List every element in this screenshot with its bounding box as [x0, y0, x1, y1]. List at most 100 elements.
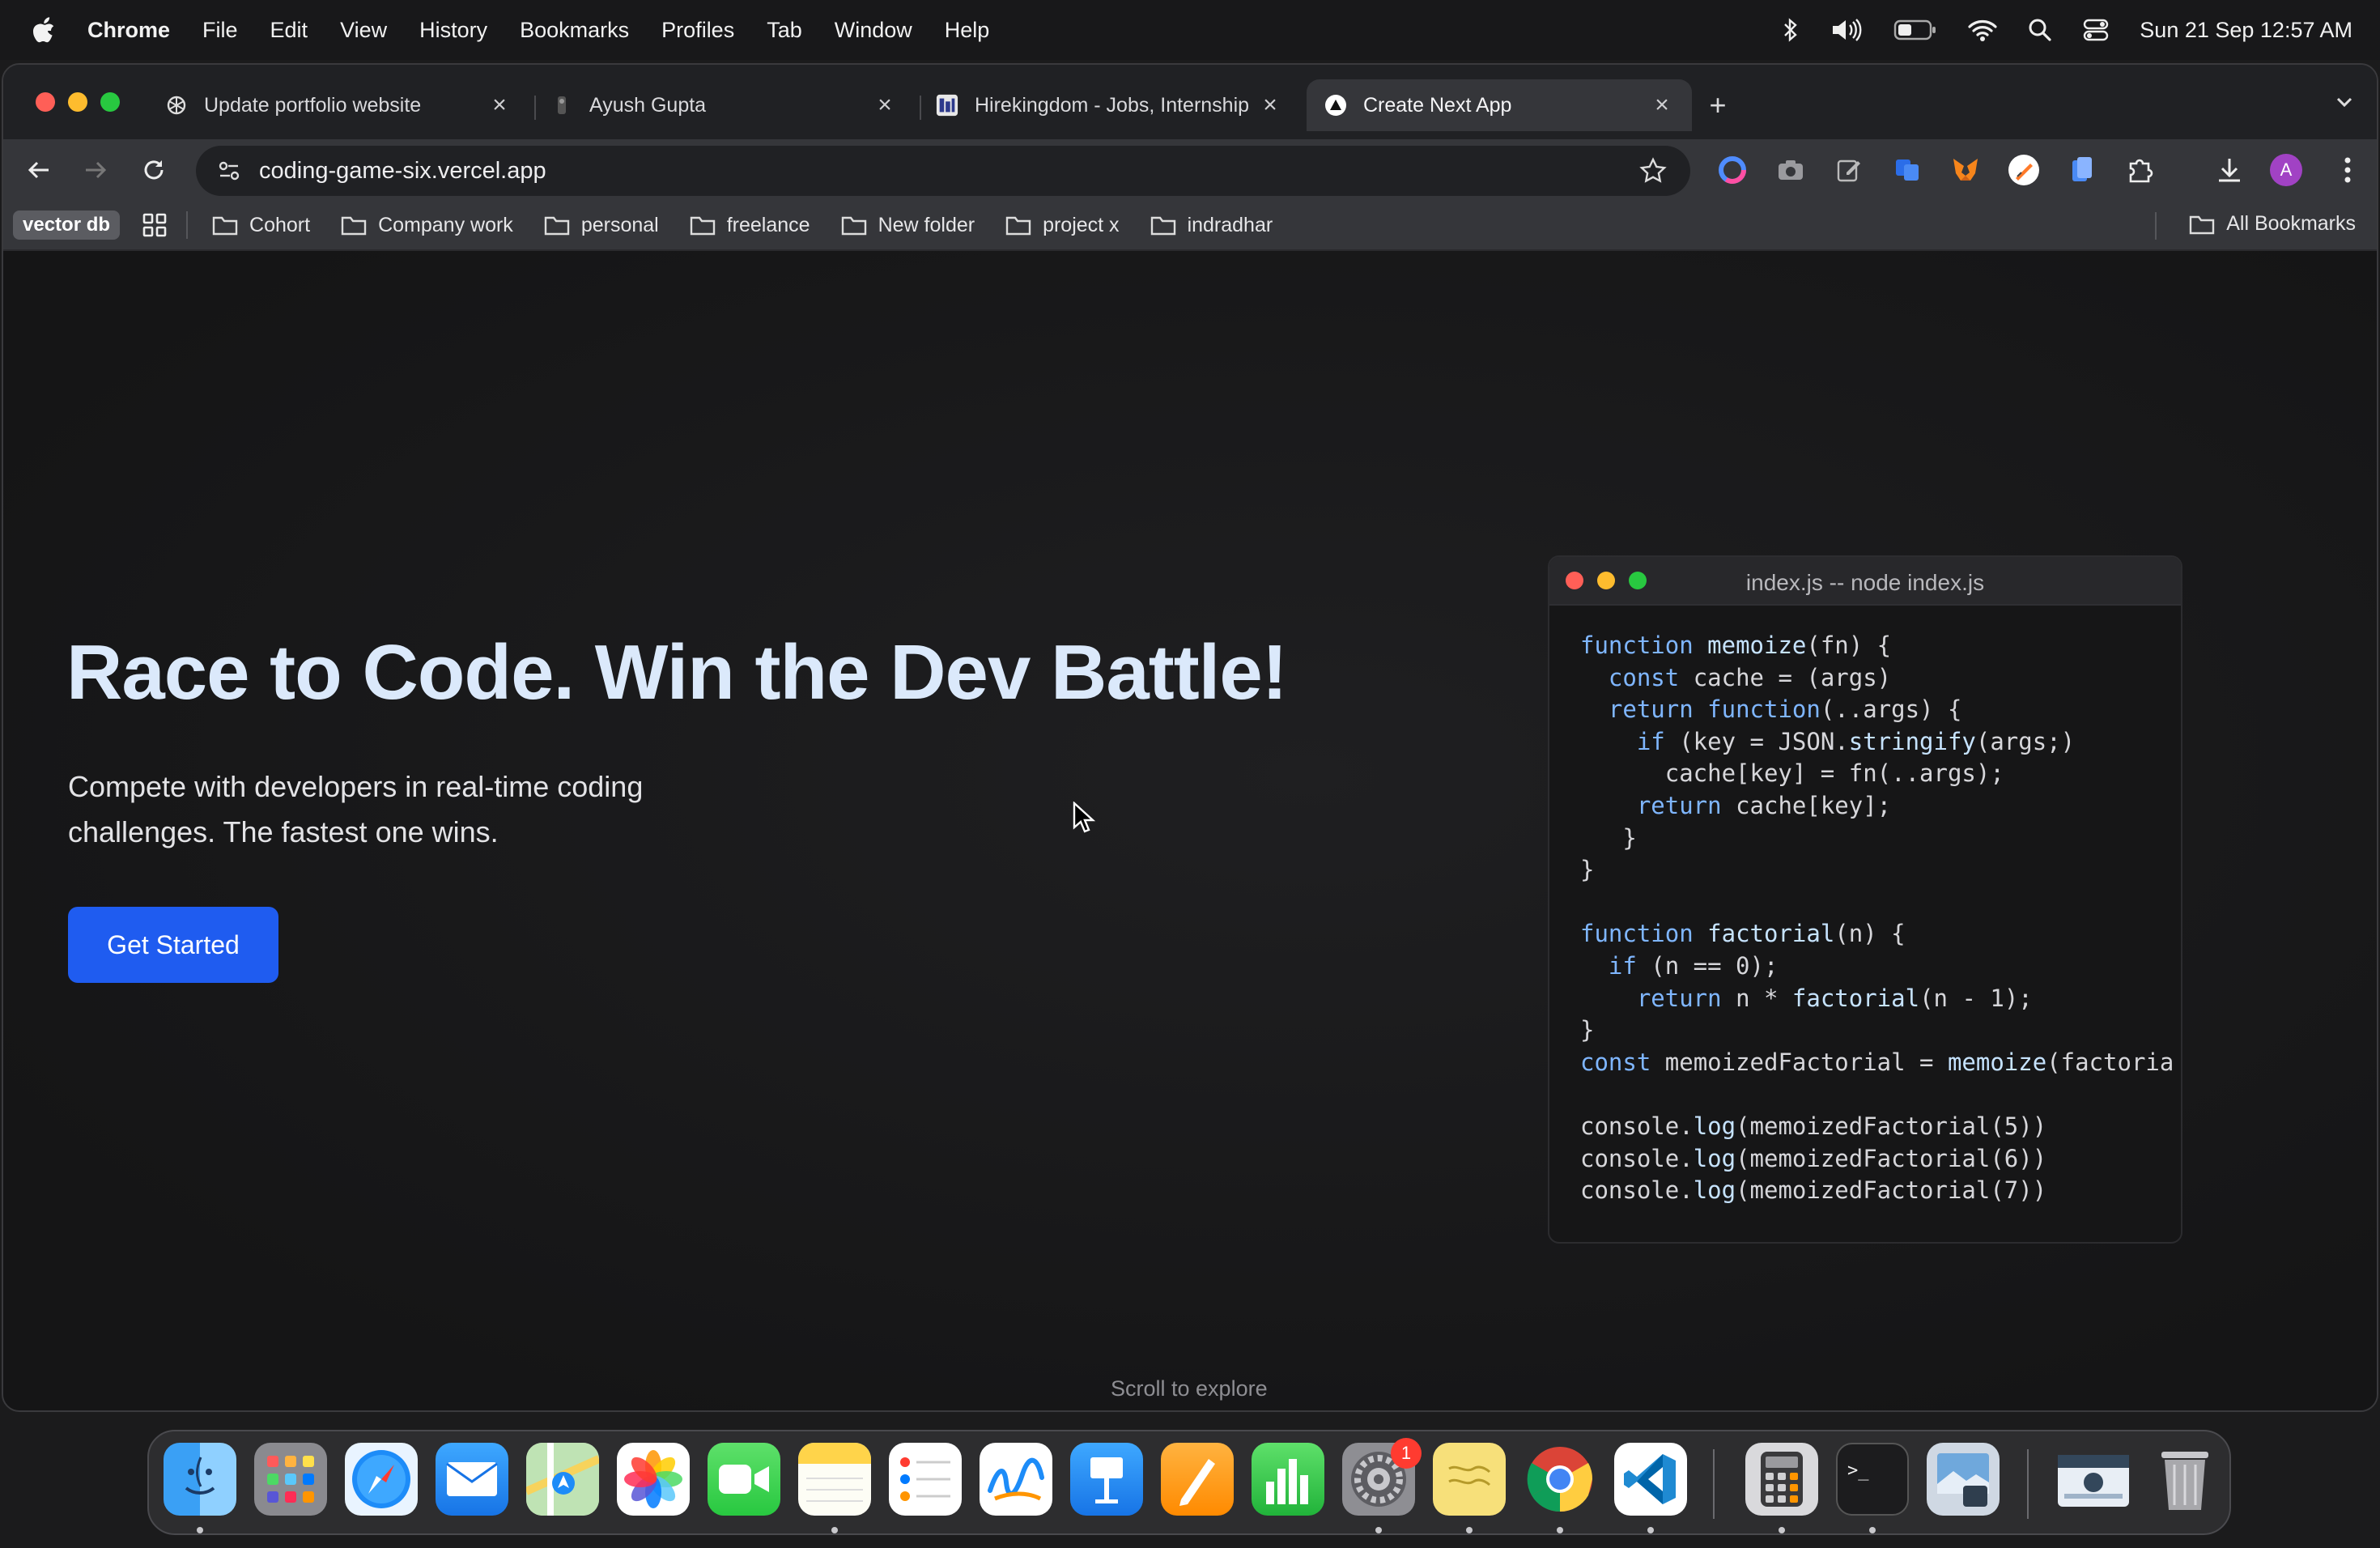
notes-icon[interactable] [798, 1443, 871, 1516]
close-tab-icon[interactable]: × [873, 91, 897, 118]
bluetooth-icon[interactable] [1782, 17, 1800, 43]
calculator-icon[interactable] [1745, 1443, 1818, 1516]
minimize-window-button[interactable] [68, 92, 87, 112]
new-tab-button[interactable]: + [1700, 87, 1736, 123]
downloads-stack-icon[interactable] [2053, 1443, 2134, 1516]
code-line: return n * factorial(n - 1); [1636, 984, 2033, 1012]
tab-update-portfolio[interactable]: Update portfolio website × [147, 79, 529, 131]
extensions-puzzle-icon[interactable] [2124, 154, 2157, 186]
spotlight-search-icon[interactable] [2028, 18, 2052, 42]
openai-icon [165, 94, 188, 117]
vscode-icon[interactable] [1614, 1443, 1687, 1516]
bookmark-vector-db[interactable]: vector db [13, 211, 121, 240]
all-bookmarks-button[interactable]: All Bookmarks [2189, 212, 2356, 236]
menu-window[interactable]: Window [835, 18, 912, 43]
bookmark-folder-company-work[interactable]: Company work [341, 214, 513, 237]
forward-button[interactable] [79, 154, 112, 186]
safari-icon[interactable] [345, 1443, 418, 1516]
mouse-cursor-icon [1072, 801, 1096, 838]
terminal-icon[interactable]: >_ [1836, 1443, 1909, 1516]
trash-icon[interactable] [2148, 1443, 2221, 1516]
back-button[interactable] [23, 154, 55, 186]
preview-icon[interactable] [1927, 1443, 2000, 1516]
hero-subtitle-line: Compete with developers in real-time cod… [68, 770, 644, 803]
control-center-icon[interactable] [2083, 19, 2109, 41]
bookmark-folder-cohort[interactable]: Cohort [212, 214, 310, 237]
reload-button[interactable] [138, 154, 170, 186]
mail-icon[interactable] [436, 1443, 508, 1516]
code-line: console.log(memoizedFactorial(7)) [1580, 1176, 2047, 1205]
keynote-icon[interactable] [1070, 1443, 1143, 1516]
numbers-icon[interactable] [1252, 1443, 1324, 1516]
extension-screenshot-icon[interactable] [1774, 154, 1807, 186]
zoom-window-button[interactable] [100, 92, 120, 112]
hero-title: Race to Code. Win the Dev Battle! [66, 629, 1288, 716]
menu-file[interactable]: File [202, 18, 238, 43]
hero-subtitle-line: challenges. The fastest one wins. [68, 815, 499, 848]
site-info-icon[interactable] [215, 157, 243, 185]
chrome-icon[interactable] [1524, 1443, 1596, 1516]
extension-color-picker-icon[interactable] [1716, 154, 1749, 186]
battery-icon[interactable] [1893, 19, 1937, 41]
chrome-window: Update portfolio website × Ayush Gupta ×… [2, 63, 2378, 1412]
bookmark-folder-freelance[interactable]: freelance [690, 214, 810, 237]
system-settings-icon[interactable]: 1 [1342, 1438, 1422, 1516]
launchpad-icon[interactable] [254, 1443, 327, 1516]
tab-title: Create Next App [1363, 93, 1512, 117]
bookmark-folder-new-folder[interactable]: New folder [841, 214, 975, 237]
code-line: function factorial(n) { [1580, 920, 1906, 948]
menu-edit[interactable]: Edit [270, 18, 308, 43]
finder-icon[interactable] [164, 1443, 236, 1516]
extension-metamask-icon[interactable] [1949, 154, 1982, 186]
bookmarks-bar: vector db Cohort Company work personal f… [3, 201, 2377, 251]
close-tab-icon[interactable]: × [1650, 91, 1674, 118]
freeform-icon[interactable] [980, 1443, 1052, 1516]
downloads-icon[interactable] [2213, 154, 2246, 186]
extension-edit-icon[interactable] [1833, 154, 1865, 186]
bookmark-label: Cohort [249, 213, 311, 236]
tab-search-chevron-icon[interactable] [2333, 91, 2356, 117]
wifi-icon[interactable] [1968, 18, 1997, 42]
close-window-button[interactable] [36, 92, 55, 112]
reminders-icon[interactable] [889, 1443, 962, 1516]
menu-bookmarks[interactable]: Bookmarks [520, 18, 629, 43]
menu-bar-clock[interactable]: Sun 21 Sep 12:57 AM [2140, 18, 2352, 43]
address-bar[interactable]: coding-game-six.vercel.app [196, 146, 1690, 196]
tab-ayush-gupta[interactable]: Ayush Gupta × [533, 79, 915, 131]
stickies-icon[interactable] [1433, 1443, 1506, 1516]
browser-toolbar: coding-game-six.vercel.app A [3, 139, 2377, 201]
bookmark-star-icon[interactable] [1637, 155, 1669, 187]
get-started-button[interactable]: Get Started [68, 907, 278, 983]
bookmark-folder-project-x[interactable]: project x [1005, 214, 1120, 237]
folder-icon [841, 215, 867, 236]
apps-grid-icon[interactable] [141, 211, 168, 239]
url-text[interactable]: coding-game-six.vercel.app [259, 158, 1637, 185]
menu-help[interactable]: Help [945, 18, 990, 43]
tab-strip: Update portfolio website × Ayush Gupta ×… [3, 65, 2377, 139]
menu-profiles[interactable]: Profiles [661, 18, 734, 43]
volume-icon[interactable] [1830, 17, 1863, 43]
facetime-icon[interactable] [708, 1443, 780, 1516]
profile-avatar-icon[interactable]: A [2270, 154, 2302, 186]
close-tab-icon[interactable]: × [487, 91, 512, 118]
maps-icon[interactable] [526, 1443, 599, 1516]
menu-history[interactable]: History [419, 18, 487, 43]
chrome-menu-icon[interactable] [2331, 154, 2364, 186]
tab-create-next-app[interactable]: Create Next App × [1307, 79, 1692, 131]
apple-logo-icon[interactable] [28, 16, 60, 44]
bookmark-folder-personal[interactable]: personal [544, 214, 659, 237]
photos-icon[interactable] [617, 1443, 690, 1516]
running-indicator [1557, 1527, 1563, 1533]
pages-icon[interactable] [1161, 1443, 1234, 1516]
extension-translate-icon[interactable] [1891, 154, 1923, 186]
menu-tab[interactable]: Tab [767, 18, 802, 43]
close-tab-icon[interactable]: × [1258, 91, 1282, 118]
bookmark-folder-indradhar[interactable]: indradhar [1150, 214, 1273, 237]
menu-chrome[interactable]: Chrome [87, 18, 170, 43]
scroll-hint: Scroll to explore [1111, 1376, 1268, 1401]
extension-design-icon[interactable] [2008, 154, 2040, 186]
extension-docs-icon[interactable] [2066, 154, 2098, 186]
menu-view[interactable]: View [340, 18, 387, 43]
tab-hirekingdom[interactable]: Hirekingdom - Jobs, Internships × [918, 79, 1300, 131]
